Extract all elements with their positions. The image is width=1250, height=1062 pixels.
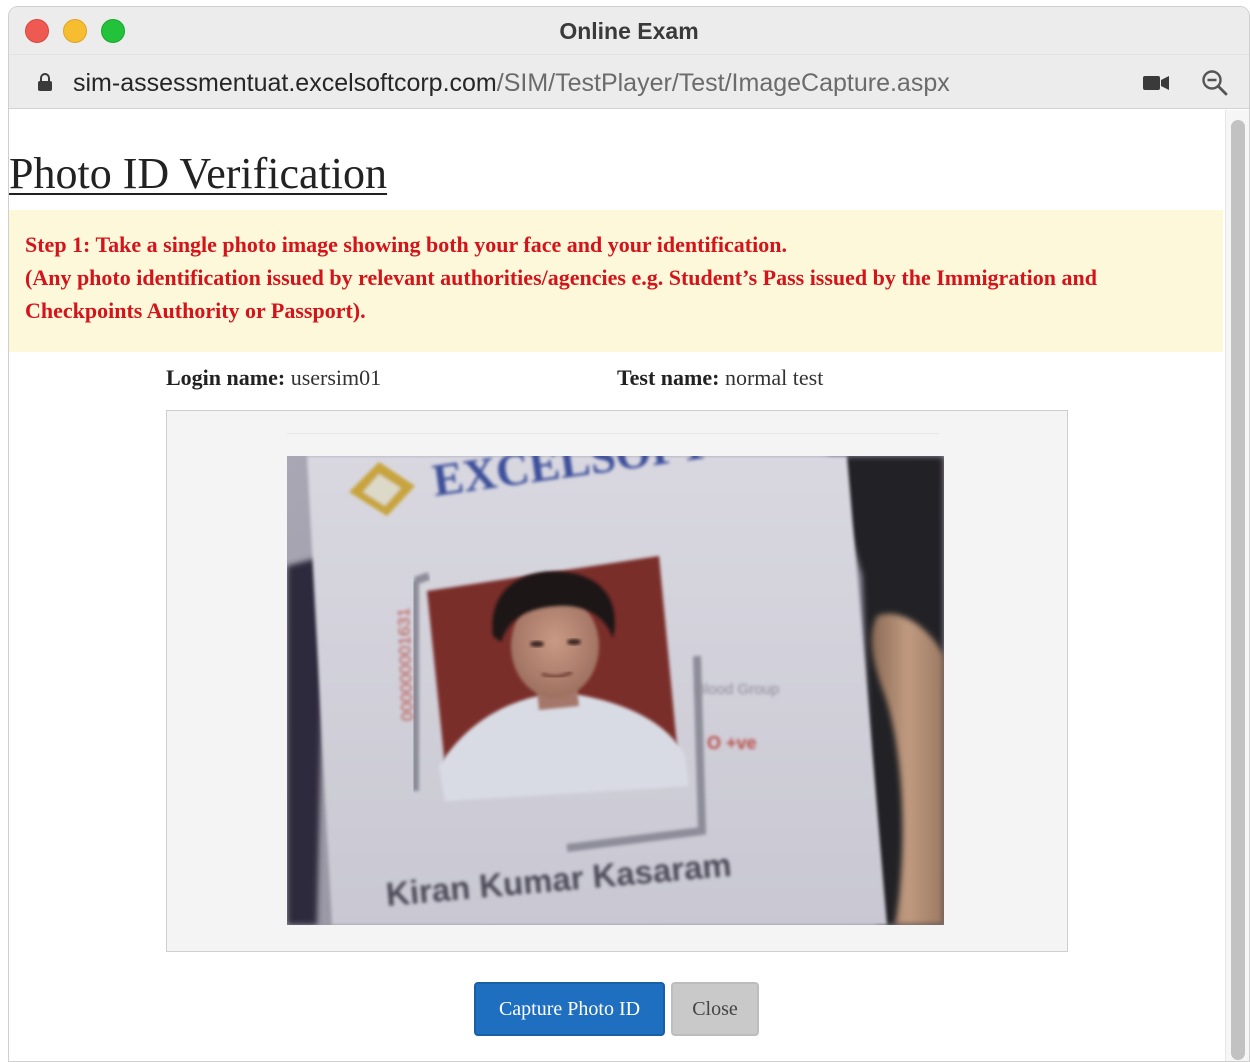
test-name-label: Test name: bbox=[617, 365, 720, 390]
lock-icon bbox=[38, 73, 52, 91]
zoom-out-icon[interactable] bbox=[1201, 69, 1229, 97]
login-name-value: usersim01 bbox=[290, 365, 382, 390]
frame-divider bbox=[287, 433, 939, 434]
url-path: /SIM/TestPlayer/Test/ImageCapture.aspx bbox=[496, 69, 950, 97]
camera-preview: EXCELSOFT 000000001631 Blood Group O +ve… bbox=[287, 456, 944, 925]
login-name-label: Login name: bbox=[166, 365, 286, 390]
camera-icon[interactable] bbox=[1143, 75, 1169, 91]
scrollbar-thumb[interactable] bbox=[1231, 120, 1245, 1060]
capture-photo-id-button[interactable]: Capture Photo ID bbox=[474, 982, 665, 1036]
login-name-row: Login name: usersim01 bbox=[166, 365, 381, 391]
page-title: Photo ID Verification bbox=[9, 149, 388, 198]
test-name-row: Test name: normal test bbox=[617, 365, 823, 391]
camera-frame: EXCELSOFT 000000001631 Blood Group O +ve… bbox=[166, 410, 1068, 952]
window-title: Online Exam bbox=[559, 18, 699, 44]
url-host: sim-assessmentuat.excelsoftcorp.com bbox=[73, 69, 497, 97]
close-button[interactable]: Close bbox=[671, 982, 759, 1036]
test-name-value: normal test bbox=[724, 365, 824, 390]
instruction-step-1: Step 1: Take a single photo image showin… bbox=[25, 232, 787, 257]
page-content: Photo ID Verification Step 1: Take a sin… bbox=[9, 110, 1227, 1061]
blood-group-label: Blood Group bbox=[695, 681, 779, 698]
address-bar[interactable]: sim-assessmentuat.excelsoftcorp.com/SIM/… bbox=[9, 55, 1249, 109]
blood-group-value: O +ve bbox=[707, 733, 757, 753]
url-text[interactable]: sim-assessmentuat.excelsoftcorp.com/SIM/… bbox=[73, 69, 950, 98]
scrollbar[interactable] bbox=[1225, 110, 1249, 1061]
instructions-box: Step 1: Take a single photo image showin… bbox=[9, 210, 1223, 352]
instruction-id-note: (Any photo identification issued by rele… bbox=[25, 265, 1097, 323]
browser-window: Online Exam sim-assessmentuat.excelsoftc… bbox=[8, 6, 1250, 1062]
title-bar: Online Exam bbox=[9, 7, 1249, 55]
id-card-number: 000000001631 bbox=[394, 607, 417, 721]
